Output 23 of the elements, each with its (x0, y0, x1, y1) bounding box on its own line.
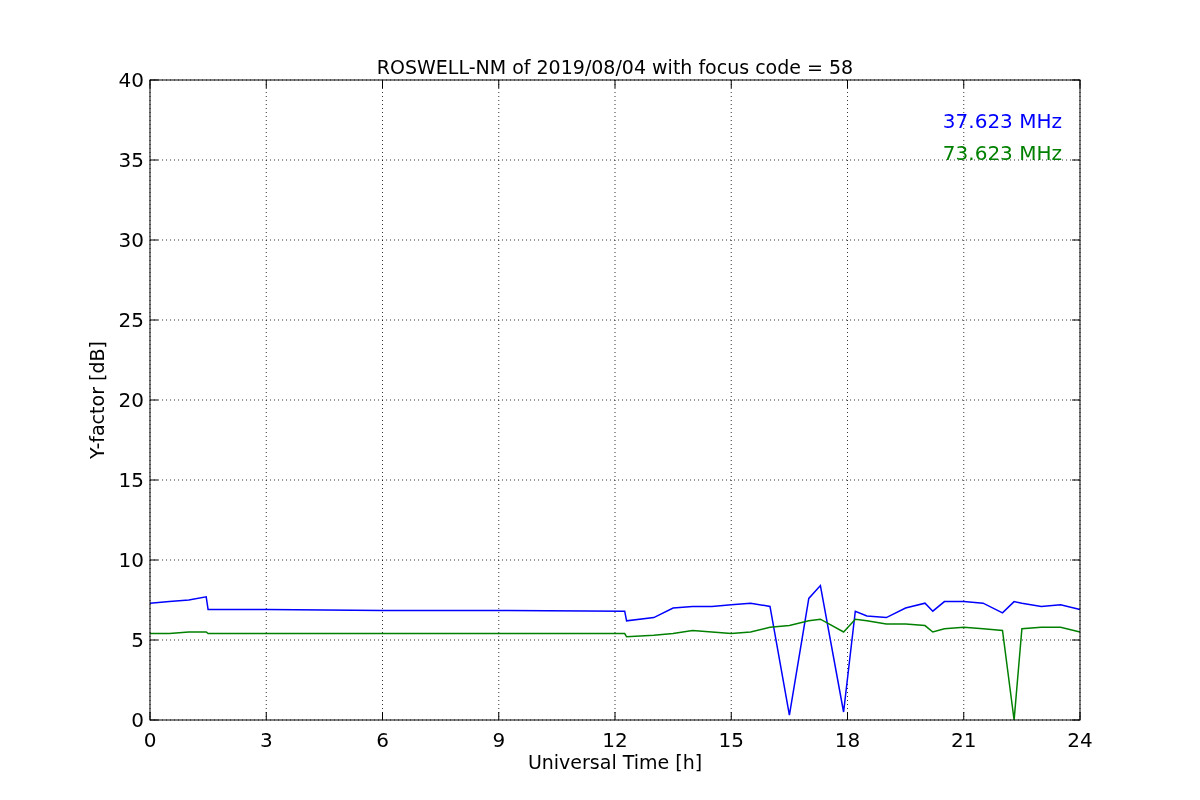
tick-label: 20 (118, 388, 144, 412)
tick-label: 24 (1067, 728, 1093, 752)
tick-label: 10 (118, 548, 144, 572)
tick-label: 0 (143, 728, 157, 752)
axis-label: Y-factor [dB] (86, 341, 108, 459)
tick-label: 6 (376, 728, 389, 752)
tick-label: 21 (951, 728, 977, 752)
tick-label: 9 (492, 728, 506, 752)
tick-label: 15 (118, 468, 144, 492)
tick-label: 3 (259, 728, 273, 752)
tick-label: 18 (834, 728, 861, 752)
tick-label: 12 (602, 728, 628, 752)
tick-label: 15 (718, 728, 744, 752)
legend-label: 37.623 MHz (942, 109, 1062, 133)
legend-label: 73.623 MHz (942, 141, 1062, 165)
tick-label: 35 (118, 148, 144, 172)
axis-label: Universal Time [h] (527, 751, 703, 773)
tick-label: 5 (131, 628, 144, 652)
tick-label: 30 (118, 228, 144, 252)
tick-label: 40 (118, 68, 144, 92)
tick-label: 0 (131, 708, 144, 732)
chart-title: ROSWELL-NM of 2019/08/04 with focus code = 58 (376, 56, 854, 78)
tick-label: 25 (118, 308, 144, 332)
